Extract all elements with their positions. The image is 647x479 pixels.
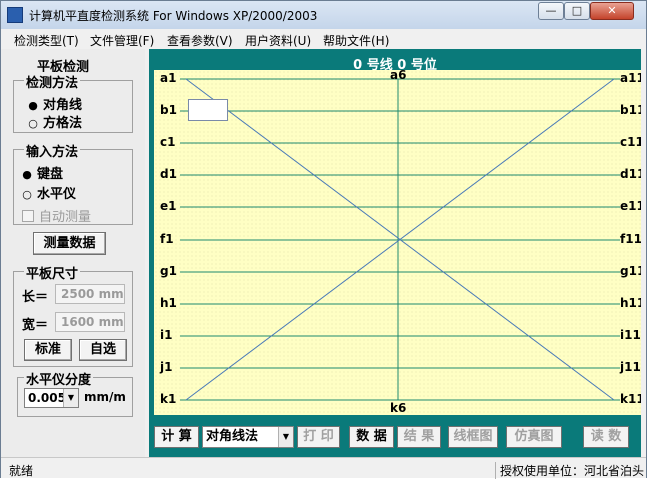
row-label-right: f11 [620, 232, 641, 246]
menu-detect-type[interactable]: 检测类型(T) [14, 32, 79, 49]
radio-grid-label: 方格法 [43, 116, 83, 131]
app-icon [7, 7, 23, 23]
row-label-right: j11 [620, 360, 641, 374]
chevron-down-icon: ▼ [63, 389, 78, 407]
radio-empty-icon: ○ [28, 117, 38, 130]
row-label-right: e11 [620, 199, 641, 213]
radio-level[interactable]: ○ 水平仪 [22, 183, 76, 202]
license-text: 授权使用单位：河北省泊头 [495, 462, 645, 479]
app-window: 计算机平直度检测系统 For Windows XP/2000/2003 — □ … [0, 0, 647, 479]
row-label-right: c11 [620, 135, 641, 149]
length-label: 长＝ [22, 290, 49, 305]
radio-selected-icon: ● [22, 168, 32, 181]
row-label-left: b1 [160, 103, 177, 117]
row-label-right: a11 [620, 71, 641, 85]
calc-method-value: 对角线法 [206, 429, 259, 444]
title-bar[interactable]: 计算机平直度检测系统 For Windows XP/2000/2003 — □ … [1, 1, 646, 29]
row-label-right: h11 [620, 296, 641, 310]
row-label-left: i1 [160, 328, 173, 342]
row-label-right: i11 [620, 328, 641, 342]
radio-keyboard[interactable]: ● 键盘 [22, 163, 63, 182]
auto-measure-checkbox[interactable]: 自动测量 [22, 206, 91, 225]
menu-bar: 检测类型(T) 文件管理(F) 查看参数(V) 用户资料(U) 帮助文件(H) [1, 29, 646, 49]
status-text: 就绪 [9, 464, 34, 478]
row-label-right: b11 [620, 103, 641, 117]
level-group-title: 水平仪分度 [24, 369, 94, 388]
minimize-button[interactable]: — [538, 2, 564, 20]
print-button[interactable]: 打 印 [297, 426, 340, 448]
calculate-button[interactable]: 计 算 [154, 426, 199, 448]
simulation-button[interactable]: 仿真图 [506, 426, 562, 448]
left-panel: 平板检测 检测方法 ● 对角线 ○ 方格法 输入方法 ● 键盘 ○ 水平仪 自动测量 测… [1, 49, 145, 457]
input-group-title: 输入方法 [24, 141, 81, 160]
result-button[interactable]: 结 果 [397, 426, 441, 448]
status-bar: 就绪 授权使用单位：河北省泊头 [1, 457, 646, 479]
menu-help[interactable]: 帮助文件(H) [323, 32, 389, 49]
menu-user-info[interactable]: 用户资料(U) [245, 32, 311, 49]
radio-level-label: 水平仪 [37, 187, 77, 202]
menu-view-params[interactable]: 查看参数(V) [167, 32, 233, 49]
maximize-button[interactable]: □ [564, 2, 590, 20]
row-label-left: f1 [160, 232, 174, 246]
row-label-left: k1 [160, 392, 177, 406]
level-division-value: 0.005 [28, 391, 66, 405]
plot-area: a1 b1 c1 d1 e1 f1 g1 h1 i1 j1 k1 a11 b11 c11 d11 e11 f1… [154, 70, 641, 415]
row-label-left: d1 [160, 167, 177, 181]
row-label-left: g1 [160, 264, 177, 278]
length-field[interactable]: 2500 mm [55, 284, 125, 304]
row-label-left: h1 [160, 296, 177, 310]
bottom-center-label: k6 [390, 401, 407, 415]
level-unit-label: mm/m [84, 390, 126, 404]
level-group: 水平仪分度 0.005 ▼ mm/m [17, 369, 133, 417]
checkbox-icon [22, 210, 34, 222]
point-value-input[interactable] [188, 99, 228, 121]
radio-grid[interactable]: ○ 方格法 [28, 112, 82, 131]
top-center-label: a6 [390, 70, 407, 82]
radio-selected-icon: ● [28, 99, 38, 112]
radio-diagonal[interactable]: ● 对角线 [28, 94, 82, 113]
chart-panel: 0 号线 0 号位 a1b1c1d1e1f1g1h1i1j1k1 a11b11c… [149, 49, 641, 457]
chart-toolbar: 计 算 对角线法 ▼ 打 印 数 据 结 果 线框图 仿真图 读 数 [149, 415, 641, 457]
auto-measure-label: 自动测量 [39, 210, 92, 225]
window-title: 计算机平直度检测系统 For Windows XP/2000/2003 [29, 9, 318, 23]
row-label-left: j1 [160, 360, 173, 374]
wireframe-button[interactable]: 线框图 [448, 426, 498, 448]
calc-method-select[interactable]: 对角线法 ▼ [202, 426, 294, 448]
read-button[interactable]: 读 数 [583, 426, 629, 448]
level-division-select[interactable]: 0.005 ▼ [24, 388, 79, 408]
custom-button[interactable]: 自选 [79, 339, 127, 361]
row-label-right: d11 [620, 167, 641, 181]
radio-keyboard-label: 键盘 [37, 167, 64, 182]
radio-empty-icon: ○ [22, 188, 32, 201]
close-button[interactable]: ✕ [590, 2, 634, 20]
chevron-down-icon: ▼ [278, 427, 293, 447]
row-label-right: g11 [620, 264, 641, 278]
row-label-left: c1 [160, 135, 176, 149]
grid-svg [180, 78, 620, 401]
input-group: 输入方法 ● 键盘 ○ 水平仪 自动测量 [13, 141, 133, 225]
row-label-left: a1 [160, 71, 177, 85]
standard-button[interactable]: 标准 [24, 339, 72, 361]
size-group: 平板尺寸 长＝ 2500 mm 宽＝ 1600 mm 标准 自选 [13, 263, 133, 367]
menu-file-manage[interactable]: 文件管理(F) [90, 32, 154, 49]
row-label-left: e1 [160, 199, 177, 213]
width-label: 宽＝ [22, 318, 49, 333]
row-label-right: k11 [620, 392, 641, 406]
method-group-title: 检测方法 [24, 72, 81, 91]
radio-diagonal-label: 对角线 [43, 98, 83, 113]
measure-data-button[interactable]: 测量数据 [33, 232, 106, 255]
method-group: 检测方法 ● 对角线 ○ 方格法 [13, 72, 133, 133]
data-button[interactable]: 数 据 [349, 426, 394, 448]
width-field[interactable]: 1600 mm [55, 312, 125, 332]
size-group-title: 平板尺寸 [24, 263, 81, 282]
